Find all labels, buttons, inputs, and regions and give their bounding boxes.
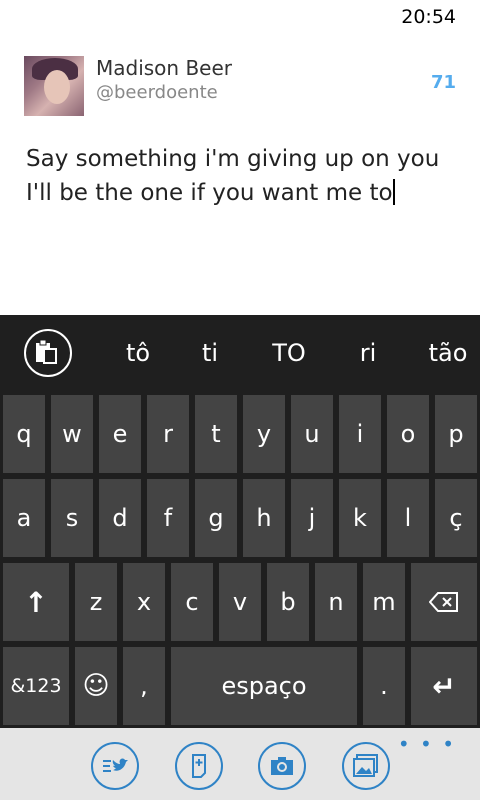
key-n[interactable]: n	[315, 563, 357, 641]
key-j[interactable]: j	[291, 479, 333, 557]
comma-key[interactable]: ,	[123, 647, 165, 725]
key-r[interactable]: r	[147, 395, 189, 473]
suggestion-3[interactable]: TO	[272, 339, 306, 367]
enter-key[interactable]: ↵	[411, 647, 477, 725]
key-p[interactable]: p	[435, 395, 477, 473]
space-key[interactable]: espaço	[171, 647, 357, 725]
clock: 20:54	[401, 6, 456, 28]
key-g[interactable]: g	[195, 479, 237, 557]
key-q[interactable]: q	[3, 395, 45, 473]
suggestion-1[interactable]: tô	[126, 339, 150, 367]
compose-line-2: I'll be the one if you want me to	[26, 176, 456, 210]
compose-line-1: Say something i'm giving up on you	[26, 146, 440, 172]
suggestion-5[interactable]: tão	[429, 339, 468, 367]
key-s[interactable]: s	[51, 479, 93, 557]
camera-icon[interactable]	[258, 742, 306, 790]
suggestion-bar: tô ti TO ri tão	[0, 315, 480, 391]
key-e[interactable]: e	[99, 395, 141, 473]
key-l[interactable]: l	[387, 479, 429, 557]
app-bar: • • •	[0, 728, 480, 800]
character-count: 71	[430, 72, 456, 93]
suggestion-4[interactable]: ri	[360, 339, 377, 367]
key-t[interactable]: t	[195, 395, 237, 473]
compose-line-2-text: I'll be the one if you want me to	[26, 180, 393, 206]
add-note-icon[interactable]	[175, 742, 223, 790]
key-z[interactable]: z	[75, 563, 117, 641]
key-v[interactable]: v	[219, 563, 261, 641]
period-key[interactable]: .	[363, 647, 405, 725]
compose-text-area[interactable]: Say something i'm giving up on you I'll …	[26, 142, 456, 210]
key-x[interactable]: x	[123, 563, 165, 641]
profile-header: Madison Beer @beerdoente 71	[24, 56, 464, 118]
emoji-key[interactable]: ☺	[75, 647, 117, 725]
key-i[interactable]: i	[339, 395, 381, 473]
key-y[interactable]: y	[243, 395, 285, 473]
image-icon[interactable]	[342, 742, 390, 790]
more-options-icon[interactable]: • • •	[398, 732, 456, 756]
user-handle: @beerdoente	[96, 82, 218, 103]
keyboard: tô ti TO ri tão q w e r t y u i o p a s …	[0, 315, 480, 728]
shift-key[interactable]: ↑	[3, 563, 69, 641]
key-k[interactable]: k	[339, 479, 381, 557]
numbers-key[interactable]: &123	[3, 647, 69, 725]
text-caret	[392, 179, 395, 205]
key-m[interactable]: m	[363, 563, 405, 641]
key-c[interactable]: c	[171, 563, 213, 641]
avatar[interactable]	[24, 56, 84, 116]
key-h[interactable]: h	[243, 479, 285, 557]
user-name: Madison Beer	[96, 56, 233, 80]
key-a[interactable]: a	[3, 479, 45, 557]
emoji-icon: ☺	[82, 671, 110, 701]
key-w[interactable]: w	[51, 395, 93, 473]
key-c-cedilla[interactable]: ç	[435, 479, 477, 557]
backspace-icon	[429, 592, 458, 612]
key-o[interactable]: o	[387, 395, 429, 473]
key-f[interactable]: f	[147, 479, 189, 557]
status-bar: 20:54	[0, 0, 480, 34]
backspace-key[interactable]	[411, 563, 477, 641]
key-d[interactable]: d	[99, 479, 141, 557]
shift-icon: ↑	[24, 585, 48, 619]
clipboard-icon[interactable]	[24, 329, 72, 377]
tweet-list-icon[interactable]	[91, 742, 139, 790]
enter-icon: ↵	[432, 669, 456, 703]
suggestion-2[interactable]: ti	[202, 339, 218, 367]
key-b[interactable]: b	[267, 563, 309, 641]
key-u[interactable]: u	[291, 395, 333, 473]
